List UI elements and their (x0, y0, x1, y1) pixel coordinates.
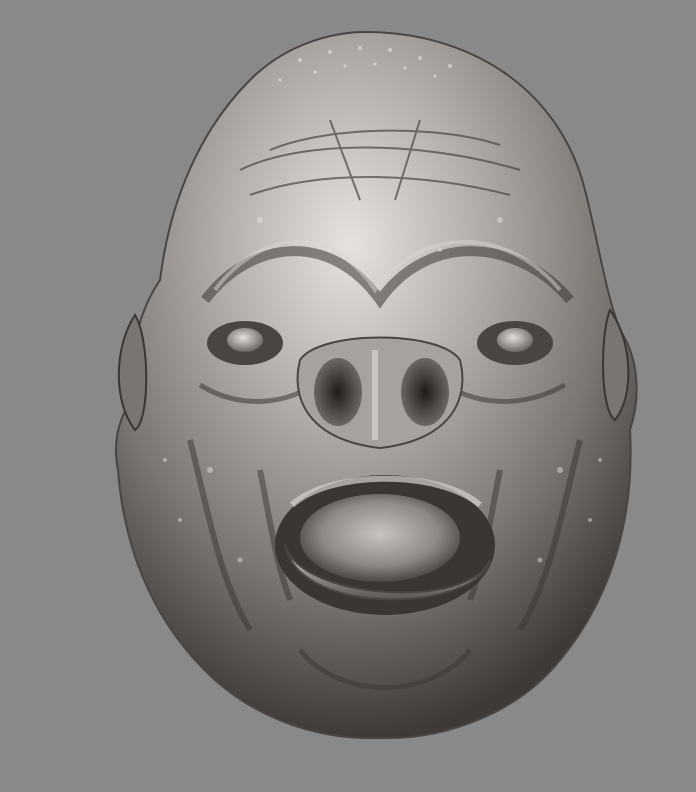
right-ear (602, 307, 630, 422)
sculpt-viewport[interactable] (0, 0, 696, 792)
left-eye (207, 321, 283, 365)
right-eye (477, 321, 553, 365)
left-ear (117, 313, 148, 432)
open-mouth (275, 475, 495, 615)
sculpted-head-model[interactable] (0, 0, 696, 792)
